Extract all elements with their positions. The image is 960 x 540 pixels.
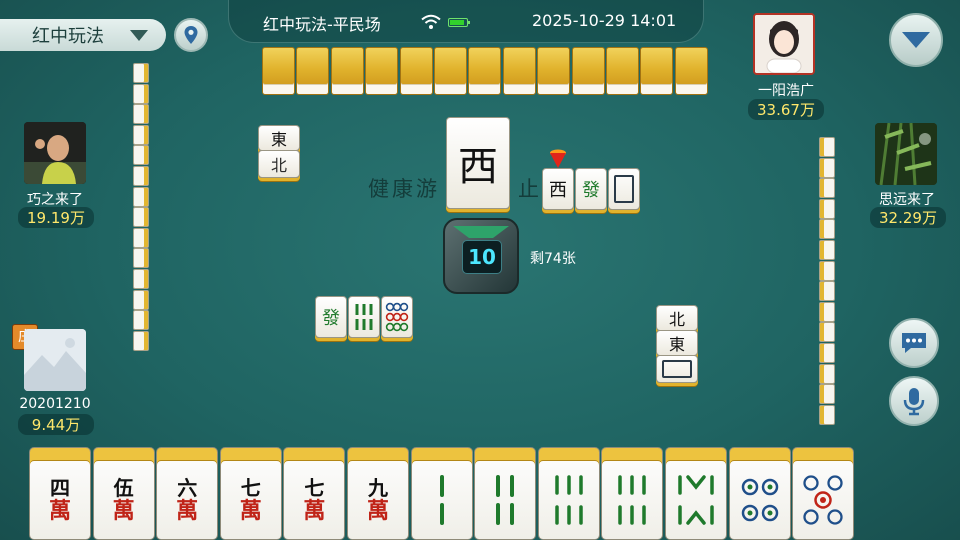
discard-tile: 東 — [656, 330, 698, 356]
chat-bubble-icon — [902, 333, 926, 353]
left-player-name: 巧之来了 — [27, 192, 83, 208]
hand-tile-circle-5[interactable] — [792, 447, 855, 540]
room-title: 红中玩法-平民场 — [263, 15, 381, 34]
chat-button[interactable] — [889, 318, 939, 368]
health-watermark-2: 止 — [518, 177, 542, 201]
player-hand: 四 萬 伍 萬 六 萬 七 萬 七 萬 九 萬 — [29, 447, 856, 540]
top-player-name: 一阳浩广 — [758, 83, 814, 99]
rule-label: 红中玩法 — [32, 26, 104, 47]
wall-top — [262, 47, 709, 95]
discard-tile-circle-9 — [381, 296, 413, 338]
avatar-top-player[interactable] — [753, 13, 815, 75]
menu-button[interactable] — [889, 13, 943, 67]
hand-tile-circle-4[interactable] — [728, 447, 791, 540]
discard-tile: 北 — [258, 150, 300, 178]
remaining-tiles: 剩74张 — [530, 251, 576, 267]
discard-tile-white-dragon — [608, 168, 640, 210]
chevron-down-icon — [130, 29, 148, 41]
right-player-name: 思远来了 — [879, 192, 935, 208]
turn-timer: 10 — [443, 218, 519, 294]
discard-tile-bamboo-6 — [348, 296, 380, 338]
menu-down-icon — [902, 32, 930, 48]
self-player-name: 20201210 — [19, 396, 91, 412]
last-played-tile: 西 — [446, 117, 510, 209]
discard-tile: 發 — [575, 168, 607, 210]
timer-value: 10 — [462, 240, 502, 274]
location-button[interactable] — [174, 18, 208, 52]
hand-tile-character[interactable]: 九 萬 — [346, 447, 409, 540]
hand-tile-character[interactable]: 七 萬 — [283, 447, 346, 540]
right-player-score: 32.29万 — [870, 207, 946, 228]
hand-tile-character[interactable]: 四 萬 — [29, 447, 91, 540]
voice-button[interactable] — [889, 376, 939, 426]
hand-tile-bamboo-2[interactable] — [410, 447, 473, 540]
discard-tile: 北 — [656, 305, 698, 331]
wall-left — [133, 63, 149, 351]
health-watermark: 健康游 — [368, 177, 440, 201]
hand-tile-character[interactable]: 六 萬 — [156, 447, 219, 540]
wifi-icon — [421, 14, 441, 29]
left-player-score: 19.19万 — [18, 207, 94, 228]
discard-tile-white-dragon — [656, 355, 698, 383]
hand-tile-bamboo-4[interactable] — [474, 447, 537, 540]
avatar-left-player[interactable] — [24, 122, 86, 184]
hand-tile-bamboo-6[interactable] — [537, 447, 600, 540]
turn-arrow-icon — [550, 149, 566, 168]
discard-tile: 西 — [542, 168, 574, 210]
datetime: 2025-10-29 14:01 — [532, 11, 677, 30]
hand-tile-character[interactable]: 伍 萬 — [92, 447, 155, 540]
discard-tile: 發 — [315, 296, 347, 338]
battery-icon — [448, 18, 470, 27]
avatar-right-player[interactable] — [875, 123, 937, 185]
hand-tile-bamboo-8[interactable] — [664, 447, 727, 540]
top-player-score: 33.67万 — [748, 99, 824, 120]
discard-tile: 東 — [258, 125, 300, 151]
wall-right — [819, 137, 835, 425]
self-player-score: 9.44万 — [18, 414, 94, 435]
rule-selector[interactable]: 红中玩法 — [0, 19, 166, 51]
status-banner: 红中玩法-平民场 2025-10-29 14:01 — [228, 0, 704, 43]
microphone-icon — [903, 388, 925, 416]
avatar-self-player[interactable] — [24, 329, 86, 391]
hand-tile-bamboo-6[interactable] — [601, 447, 664, 540]
location-pin-icon — [184, 26, 198, 44]
image-placeholder-icon — [24, 329, 86, 391]
hand-tile-character[interactable]: 七 萬 — [219, 447, 282, 540]
